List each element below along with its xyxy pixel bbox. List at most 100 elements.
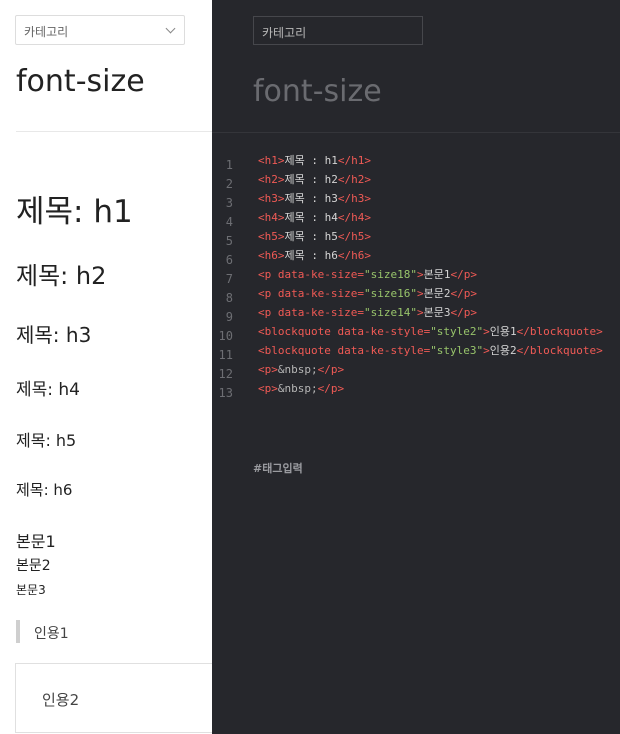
title-divider <box>16 131 212 132</box>
body-text-1[interactable]: 본문1 <box>16 528 56 552</box>
code-source: <blockquote data-ke-style="style2">인용1</… <box>258 322 603 341</box>
code-close-tag: </h2> <box>337 173 371 186</box>
heading-h1[interactable]: 제목: h1 <box>16 186 133 231</box>
code-open-tag: <blockquote data-ke-style= <box>258 344 431 357</box>
line-number: 11 <box>218 348 233 362</box>
category-select[interactable]: 카테고리 <box>15 15 185 45</box>
code-attr-value: "size18" <box>363 268 417 281</box>
code-open-tag: <h2> <box>258 173 285 186</box>
editor-category-select[interactable]: 카테고리 <box>253 16 423 45</box>
line-number: 5 <box>225 234 233 248</box>
line-number: 3 <box>225 196 233 210</box>
code-open-tag: <p> <box>258 382 278 395</box>
blockquote-style2[interactable]: 인용1 <box>16 620 69 643</box>
line-number: 2 <box>225 177 233 191</box>
line-number: 12 <box>218 367 233 381</box>
code-close-tag: </p> <box>450 268 477 281</box>
line-number: 6 <box>225 253 233 267</box>
code-source: <h3>제목 : h3</h3> <box>258 189 371 208</box>
code-close-tag: </h3> <box>337 192 371 205</box>
heading-h5[interactable]: 제목: h5 <box>16 427 76 451</box>
code-source: <blockquote data-ke-style="style3">인용2</… <box>258 341 603 360</box>
blockquote-text: 인용1 <box>34 626 69 642</box>
preview-pane: 카테고리 font-size 제목: h1 제목: h2 제목: h3 제목: … <box>0 0 212 734</box>
code-close-tag: </blockquote> <box>516 344 603 357</box>
code-open-tag: <blockquote data-ke-style= <box>258 325 431 338</box>
code-text: 제목 : h1 <box>284 154 338 167</box>
tag-input[interactable]: #태그입력 <box>253 460 303 476</box>
line-number: 4 <box>225 215 233 229</box>
editor-category-label: 카테고리 <box>262 26 307 40</box>
category-select-label: 카테고리 <box>24 25 69 39</box>
code-close-tag: </h4> <box>337 211 371 224</box>
code-tag-close-bracket: > <box>416 287 424 300</box>
code-text: 본문3 <box>423 306 451 319</box>
code-source: <h6>제목 : h6</h6> <box>258 246 371 265</box>
code-source: <p data-ke-size="size16">본문2</p> <box>258 284 477 303</box>
code-tag-close-bracket: > <box>483 325 490 338</box>
line-number: 10 <box>218 329 233 343</box>
line-number: 1 <box>225 158 233 172</box>
code-source: <p data-ke-size="size18">본문1</p> <box>258 265 477 284</box>
code-text: 인용2 <box>489 344 517 357</box>
heading-h6[interactable]: 제목: h6 <box>16 479 72 500</box>
code-text: 제목 : h5 <box>284 230 338 243</box>
code-close-tag: </blockquote> <box>516 325 603 338</box>
code-open-tag: <p data-ke-size= <box>258 287 364 300</box>
line-number: 13 <box>218 386 233 400</box>
code-text: 제목 : h3 <box>284 192 338 205</box>
code-source: <p>&nbsp;</p> <box>258 360 344 379</box>
code-attr-value: "style3" <box>430 344 484 357</box>
code-open-tag: <h6> <box>258 249 285 262</box>
code-open-tag: <p data-ke-size= <box>258 306 364 319</box>
code-close-tag: </p> <box>450 306 477 319</box>
code-open-tag: <h4> <box>258 211 285 224</box>
code-close-tag: </h6> <box>337 249 371 262</box>
code-attr-value: "size16" <box>363 287 417 300</box>
code-open-tag: <h5> <box>258 230 285 243</box>
code-text: 본문2 <box>423 287 451 300</box>
code-open-tag: <p> <box>258 363 278 376</box>
code-text: 본문1 <box>423 268 451 281</box>
heading-h2[interactable]: 제목: h2 <box>16 256 106 291</box>
code-attr-value: "size14" <box>363 306 417 319</box>
body-text-3[interactable]: 본문3 <box>16 581 46 598</box>
code-text: 제목 : h6 <box>284 249 338 262</box>
code-source: <h1>제목 : h1</h1> <box>258 151 371 170</box>
code-text: 인용1 <box>489 325 517 338</box>
code-close-tag: </p> <box>317 382 345 395</box>
code-entity: &nbsp; <box>277 382 318 395</box>
line-number: 8 <box>225 291 233 305</box>
blockquote-text: 인용2 <box>42 691 80 709</box>
line-number: 7 <box>225 272 233 286</box>
code-text: 제목 : h4 <box>284 211 338 224</box>
code-tag-close-bracket: > <box>483 344 490 357</box>
code-open-tag: <h3> <box>258 192 285 205</box>
code-tag-close-bracket: > <box>416 268 424 281</box>
code-attr-value: "style2" <box>430 325 484 338</box>
line-number: 9 <box>225 310 233 324</box>
code-close-tag: </p> <box>317 363 345 376</box>
code-open-tag: <h1> <box>258 154 285 167</box>
code-source: <p>&nbsp;</p> <box>258 379 344 398</box>
code-source: <p data-ke-size="size14">본문3</p> <box>258 303 477 322</box>
chevron-down-icon <box>165 23 176 34</box>
code-source: <h2>제목 : h2</h2> <box>258 170 371 189</box>
code-source: <h4>제목 : h4</h4> <box>258 208 371 227</box>
code-entity: &nbsp; <box>277 363 318 376</box>
code-editor-pane: 카테고리 font-size 1 <h1>제목 : h1</h1> 2 <h2>제목 … <box>212 0 620 734</box>
code-close-tag: </h1> <box>337 154 371 167</box>
code-source: <h5>제목 : h5</h5> <box>258 227 371 246</box>
blockquote-style3[interactable]: 인용2 <box>15 663 212 733</box>
code-tag-close-bracket: > <box>416 306 424 319</box>
body-text-2[interactable]: 본문2 <box>16 555 51 575</box>
code-text: 제목 : h2 <box>284 173 338 186</box>
code-close-tag: </h5> <box>337 230 371 243</box>
editor-divider <box>212 132 620 133</box>
post-title[interactable]: font-size <box>16 64 145 99</box>
heading-h4[interactable]: 제목: h4 <box>16 375 80 400</box>
heading-h3[interactable]: 제목: h3 <box>16 319 91 348</box>
editor-title[interactable]: font-size <box>253 74 382 109</box>
code-close-tag: </p> <box>450 287 477 300</box>
code-open-tag: <p data-ke-size= <box>258 268 364 281</box>
